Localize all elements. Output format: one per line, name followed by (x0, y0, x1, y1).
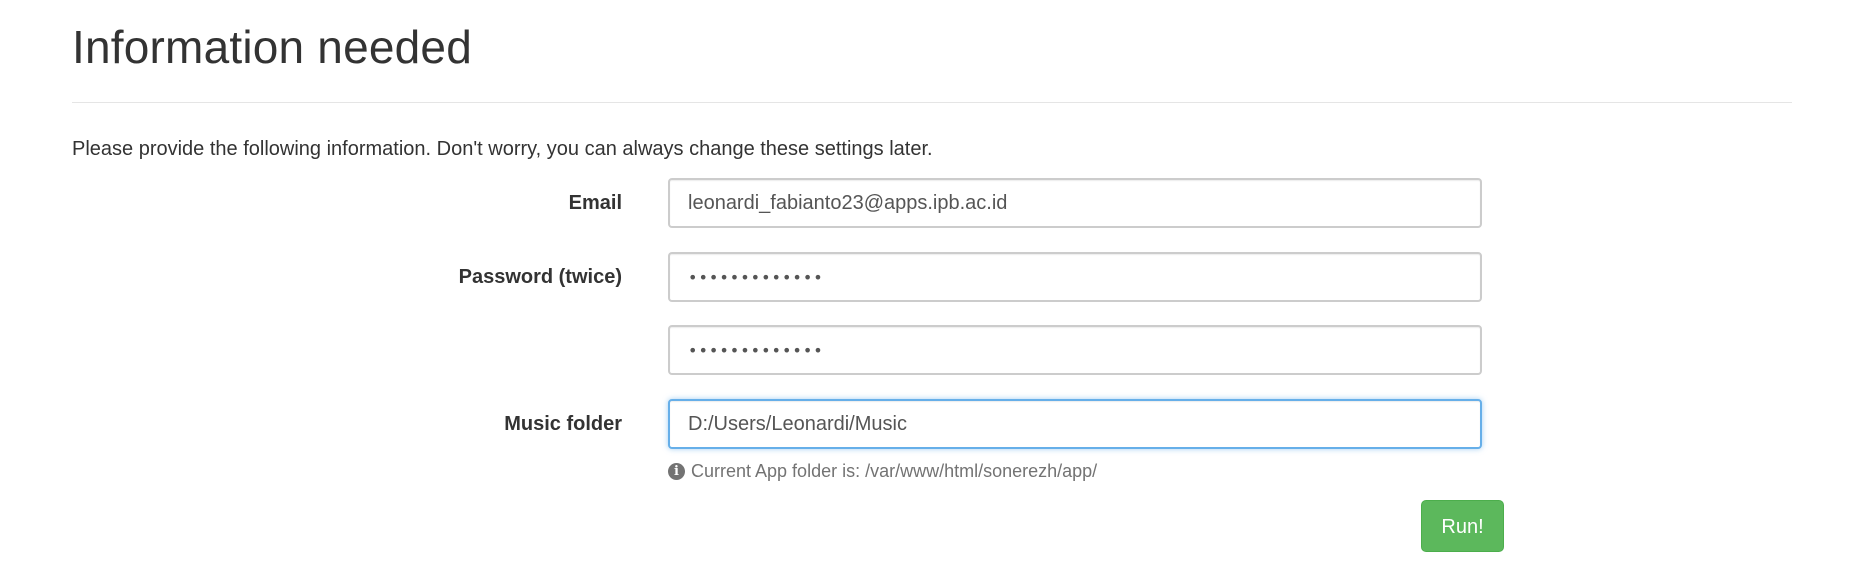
intro-text: Please provide the following information… (72, 138, 933, 160)
info-circle-icon: i (668, 462, 685, 480)
install-page: Information needed Please provide the fo… (0, 0, 1872, 585)
music-folder-field[interactable] (668, 399, 1482, 449)
page-title: Information needed (72, 21, 472, 73)
email-label: Email (568, 192, 622, 214)
music-folder-help: i Current App folder is: /var/www/html/s… (668, 459, 1097, 483)
password-label: Password (twice) (458, 266, 622, 288)
password-confirm-field[interactable] (668, 325, 1482, 375)
email-field[interactable] (668, 178, 1482, 228)
header-divider (72, 102, 1792, 103)
password-field[interactable] (668, 252, 1482, 302)
help-text: Current App folder is: /var/www/html/son… (691, 461, 1098, 481)
run-button[interactable]: Run! (1421, 500, 1504, 552)
music-folder-label: Music folder (504, 413, 622, 435)
